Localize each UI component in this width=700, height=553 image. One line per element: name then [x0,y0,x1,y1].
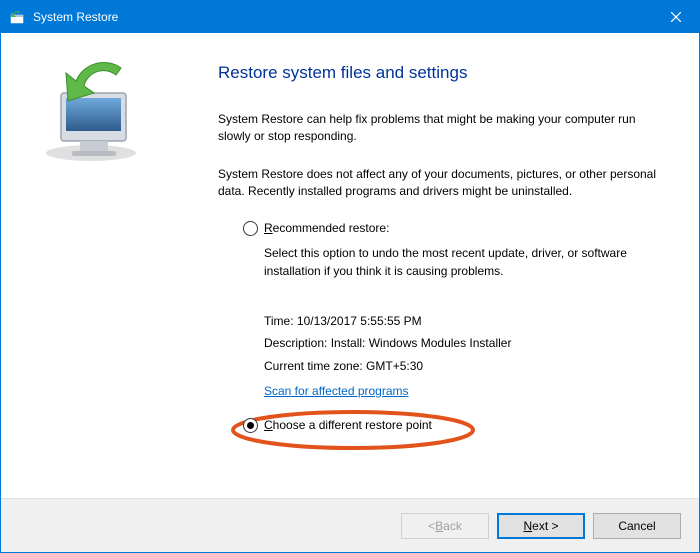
choose-different-radio-row[interactable]: Choose a different restore point [243,418,664,433]
back-button: < Back [401,513,489,539]
next-button[interactable]: Next > [497,513,585,539]
cancel-button[interactable]: Cancel [593,513,681,539]
restore-description: Description: Install: Windows Modules In… [264,332,664,355]
choose-different-radio[interactable] [243,418,258,433]
dialog-body: Restore system files and settings System… [1,33,699,498]
recommended-radio-row[interactable]: Recommended restore: [243,221,664,236]
close-icon [671,12,681,22]
window-title: System Restore [33,10,653,24]
recommended-description: Select this option to undo the most rece… [264,244,664,280]
intro-paragraph-1: System Restore can help fix problems tha… [218,111,664,146]
restore-timezone: Current time zone: GMT+5:30 [264,355,664,378]
recommended-radio-label: Recommended restore: [264,221,389,235]
content-area: Restore system files and settings System… [206,33,699,498]
choose-different-option: Choose a different restore point [243,418,664,433]
choose-different-radio-label: Choose a different restore point [264,418,432,432]
page-heading: Restore system files and settings [218,63,664,83]
restore-titlebar-icon [9,9,25,25]
titlebar[interactable]: System Restore [1,1,699,33]
recommended-radio[interactable] [243,221,258,236]
system-restore-window: System Restore Restore system files and … [0,0,700,553]
close-button[interactable] [653,1,699,33]
restore-time: Time: 10/13/2017 5:55:55 PM [264,310,664,333]
restore-details: Time: 10/13/2017 5:55:55 PM Description:… [264,310,664,378]
sidebar [1,33,206,498]
intro-paragraph-2: System Restore does not affect any of yo… [218,166,664,201]
scan-affected-programs-link[interactable]: Scan for affected programs [264,384,409,398]
recommended-option: Recommended restore: Select this option … [243,221,664,398]
footer: < Back Next > Cancel [1,498,699,552]
system-restore-icon [36,53,146,163]
